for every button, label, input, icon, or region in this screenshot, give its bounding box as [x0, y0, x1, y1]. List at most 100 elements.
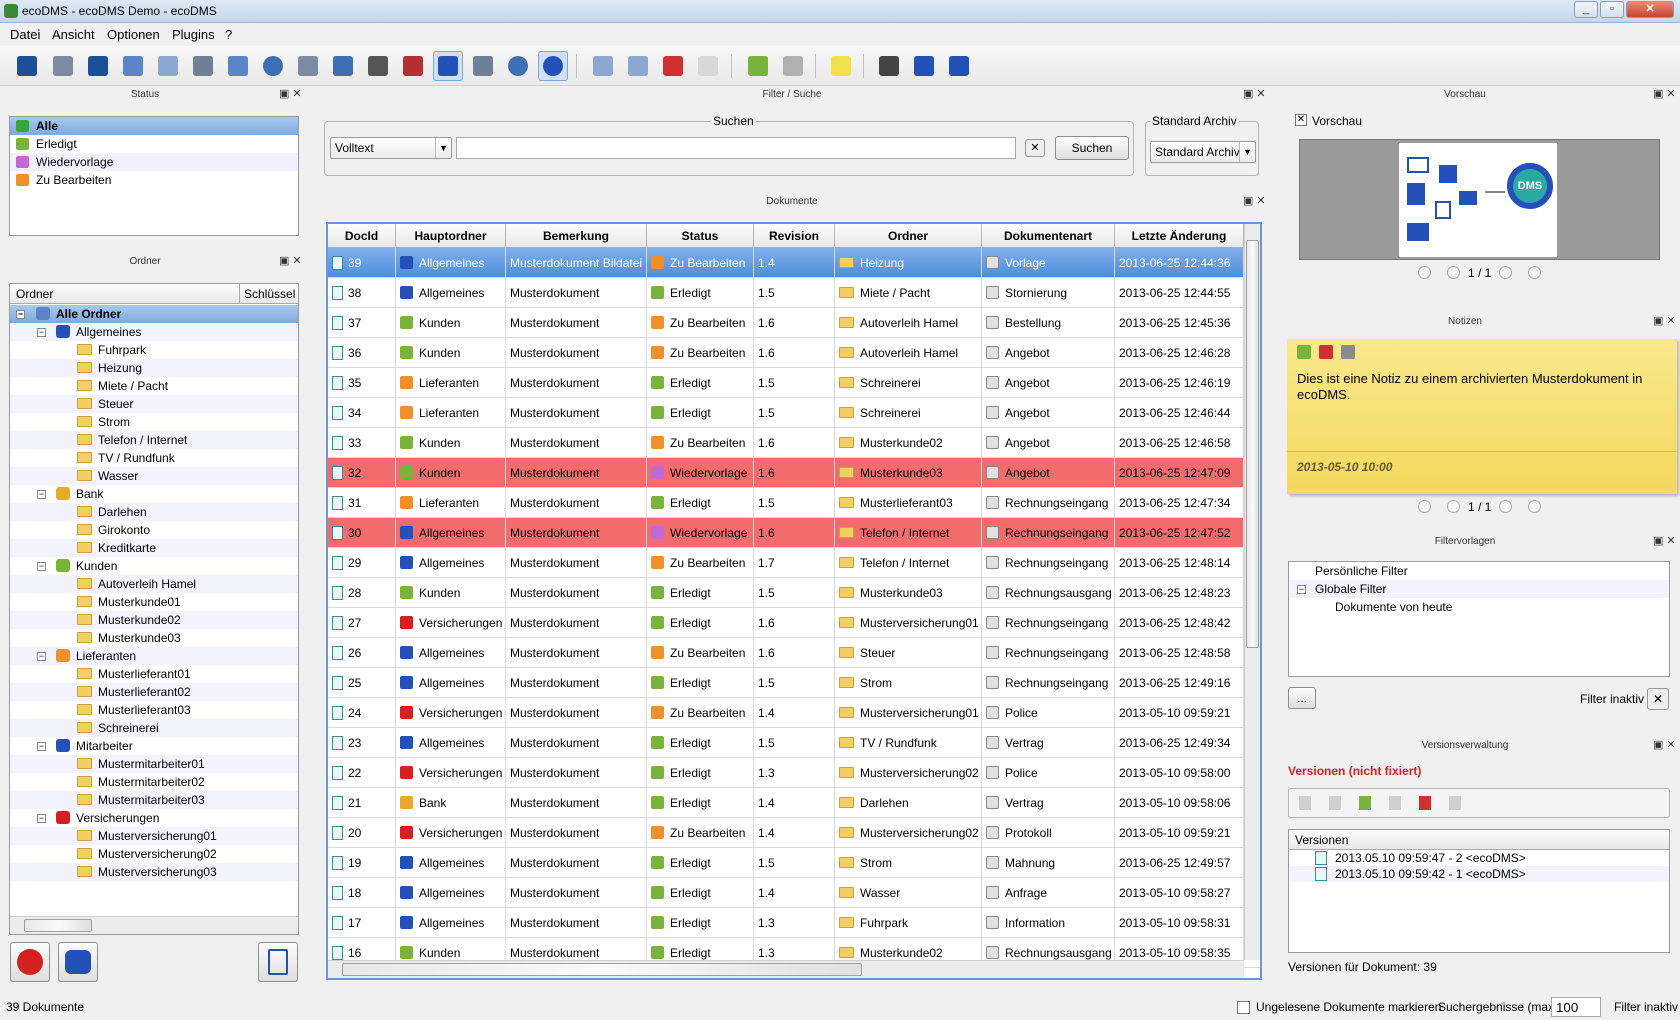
cell-revision[interactable]: 1.6	[754, 428, 835, 458]
cell-dokumentenart[interactable]: Vertrag	[982, 788, 1115, 818]
status-item-wiedervorlage[interactable]: Wiedervorlage	[10, 153, 298, 171]
unread-checkbox[interactable]	[1237, 1001, 1250, 1014]
cell-status[interactable]: Zu Bearbeiten	[647, 308, 754, 338]
col-hauptordner[interactable]: Hauptordner	[396, 224, 506, 248]
cell-docid[interactable]: 22	[328, 758, 396, 788]
cell-dokumentenart[interactable]: Protokoll	[982, 818, 1115, 848]
version-blank-icon[interactable]	[1449, 796, 1461, 810]
cell-hauptordner[interactable]: Kunden	[396, 428, 506, 458]
collapse-icon[interactable]: −	[37, 562, 46, 571]
cell-bemerkung[interactable]: Musterdokument	[506, 848, 647, 878]
cell-ordner[interactable]: Autoverleih Hamel	[835, 308, 982, 338]
status-item-alle[interactable]: Alle	[10, 117, 298, 135]
cell-dokumentenart[interactable]: Angebot	[982, 458, 1115, 488]
filter-item-global[interactable]: − Globale Filter	[1289, 580, 1669, 598]
cell-revision[interactable]: 1.6	[754, 638, 835, 668]
cell-dokumentenart[interactable]: Angebot	[982, 398, 1115, 428]
collapse-icon[interactable]: −	[37, 652, 46, 661]
cell-revision[interactable]: 1.3	[754, 758, 835, 788]
cell-hauptordner[interactable]: Bank	[396, 788, 506, 818]
menu-datei[interactable]: Datei	[10, 27, 40, 42]
doc-up-button[interactable]	[588, 51, 618, 81]
users-filter-button[interactable]	[58, 942, 98, 982]
table-hscrollbar[interactable]	[328, 960, 1244, 978]
table-row[interactable]: 33 Kunden Musterdokument Zu Bearbeiten 1.6 Mu…	[328, 428, 1260, 458]
cell-docid[interactable]: 38	[328, 278, 396, 308]
cell-bemerkung[interactable]: Musterdokument	[506, 728, 647, 758]
table-row[interactable]: 32 Kunden Musterdokument Wiedervorlage 1.6 Mu…	[328, 458, 1260, 488]
cell-docid[interactable]: 18	[328, 878, 396, 908]
tree-col-folder[interactable]: Ordner	[16, 287, 53, 301]
cell-docid[interactable]: 34	[328, 398, 396, 428]
doc-edit-button[interactable]	[743, 51, 773, 81]
cell-ordner[interactable]: Telefon / Internet	[835, 548, 982, 578]
cell-ordner[interactable]: Strom	[835, 668, 982, 698]
cell-ordner[interactable]: Heizung	[835, 248, 982, 278]
cell-hauptordner[interactable]: Allgemeines	[396, 518, 506, 548]
notes-panel-buttons[interactable]: ▣✕	[1653, 314, 1679, 327]
table-row[interactable]: 23 Allgemeines Musterdokument Erledigt 1.5 TV…	[328, 728, 1260, 758]
search-input[interactable]	[456, 137, 1016, 159]
version-doc-icon[interactable]	[1299, 796, 1311, 810]
cell-revision[interactable]: 1.6	[754, 518, 835, 548]
admin-tools-button[interactable]	[944, 51, 974, 81]
cell-docid[interactable]: 19	[328, 848, 396, 878]
tree-folder[interactable]: Steuer	[10, 395, 298, 413]
collapse-icon[interactable]: −	[37, 490, 46, 499]
note-card[interactable]: Dies ist eine Notiz zu einem archivierte…	[1287, 339, 1677, 494]
tree-folder[interactable]: Girokonto	[10, 521, 298, 539]
cell-dokumentenart[interactable]: Mahnung	[982, 848, 1115, 878]
cell-ordner[interactable]: Telefon / Internet	[835, 518, 982, 548]
cell-dokumentenart[interactable]: Rechnungseingang	[982, 608, 1115, 638]
filtertemplates-panel-buttons[interactable]: ▣✕	[1653, 534, 1679, 547]
cell-bemerkung[interactable]: Musterdokument	[506, 458, 647, 488]
cell-dokumentenart[interactable]: Rechnungseingang	[982, 518, 1115, 548]
tree-group-5[interactable]: − Versicherungen	[10, 809, 298, 827]
cell-dokumentenart[interactable]: Angebot	[982, 338, 1115, 368]
cell-status[interactable]: Erledigt	[647, 488, 754, 518]
col-revision[interactable]: Revision	[754, 224, 835, 248]
cell-hauptordner[interactable]: Allgemeines	[396, 638, 506, 668]
cell-bemerkung[interactable]: Musterdokument	[506, 608, 647, 638]
cell-letztenderung[interactable]: 2013-06-25 12:48:23	[1115, 578, 1244, 608]
cell-dokumentenart[interactable]: Rechnungseingang	[982, 548, 1115, 578]
doc-add-button[interactable]	[623, 51, 653, 81]
col-ordner[interactable]: Ordner	[835, 224, 982, 248]
cell-letztenderung[interactable]: 2013-05-10 09:59:21	[1115, 698, 1244, 728]
cell-bemerkung[interactable]: Musterdokument	[506, 548, 647, 578]
note-last-button[interactable]	[1528, 500, 1541, 513]
cell-dokumentenart[interactable]: Anfrage	[982, 878, 1115, 908]
menu-optionen[interactable]: Optionen	[107, 27, 160, 42]
table-row[interactable]: 31 Lieferanten Musterdokument Erledigt 1.5 Mu…	[328, 488, 1260, 518]
cell-hauptordner[interactable]: Kunden	[396, 578, 506, 608]
tree-group-1[interactable]: − Bank	[10, 485, 298, 503]
cell-letztenderung[interactable]: 2013-06-25 12:44:55	[1115, 278, 1244, 308]
maximize-button[interactable]: ▫	[1600, 1, 1624, 18]
cell-letztenderung[interactable]: 2013-06-25 12:44:36	[1115, 248, 1244, 278]
tree-group-0[interactable]: − Allgemeines	[10, 323, 298, 341]
cell-ordner[interactable]: Musterlieferant03	[835, 488, 982, 518]
note-list-icon[interactable]	[1341, 345, 1355, 359]
cell-status[interactable]: Zu Bearbeiten	[647, 338, 754, 368]
cell-hauptordner[interactable]: Allgemeines	[396, 848, 506, 878]
filter-more-button[interactable]: ...	[1288, 687, 1316, 709]
tree-hscrollbar[interactable]	[10, 916, 298, 934]
cell-ordner[interactable]: Autoverleih Hamel	[835, 338, 982, 368]
cell-docid[interactable]: 25	[328, 668, 396, 698]
versions-panel-buttons[interactable]: ▣✕	[1653, 738, 1679, 751]
preview-last-button[interactable]	[1528, 266, 1541, 279]
cell-ordner[interactable]: Strom	[835, 848, 982, 878]
cell-bemerkung[interactable]: Musterdokument	[506, 488, 647, 518]
cell-status[interactable]: Erledigt	[647, 578, 754, 608]
preview-checkbox[interactable]: ✕	[1295, 114, 1307, 126]
zoom-button[interactable]	[538, 51, 568, 81]
cell-ordner[interactable]: Schreinerei	[835, 368, 982, 398]
table-row[interactable]: 26 Allgemeines Musterdokument Zu Bearbeiten…	[328, 638, 1260, 668]
menu-plugins[interactable]: Plugins	[172, 27, 215, 42]
cell-revision[interactable]: 1.4	[754, 788, 835, 818]
stop-button[interactable]	[10, 942, 50, 982]
doc-delete-button[interactable]	[658, 51, 688, 81]
cell-status[interactable]: Erledigt	[647, 788, 754, 818]
tools-button[interactable]	[874, 51, 904, 81]
cell-status[interactable]: Erledigt	[647, 848, 754, 878]
